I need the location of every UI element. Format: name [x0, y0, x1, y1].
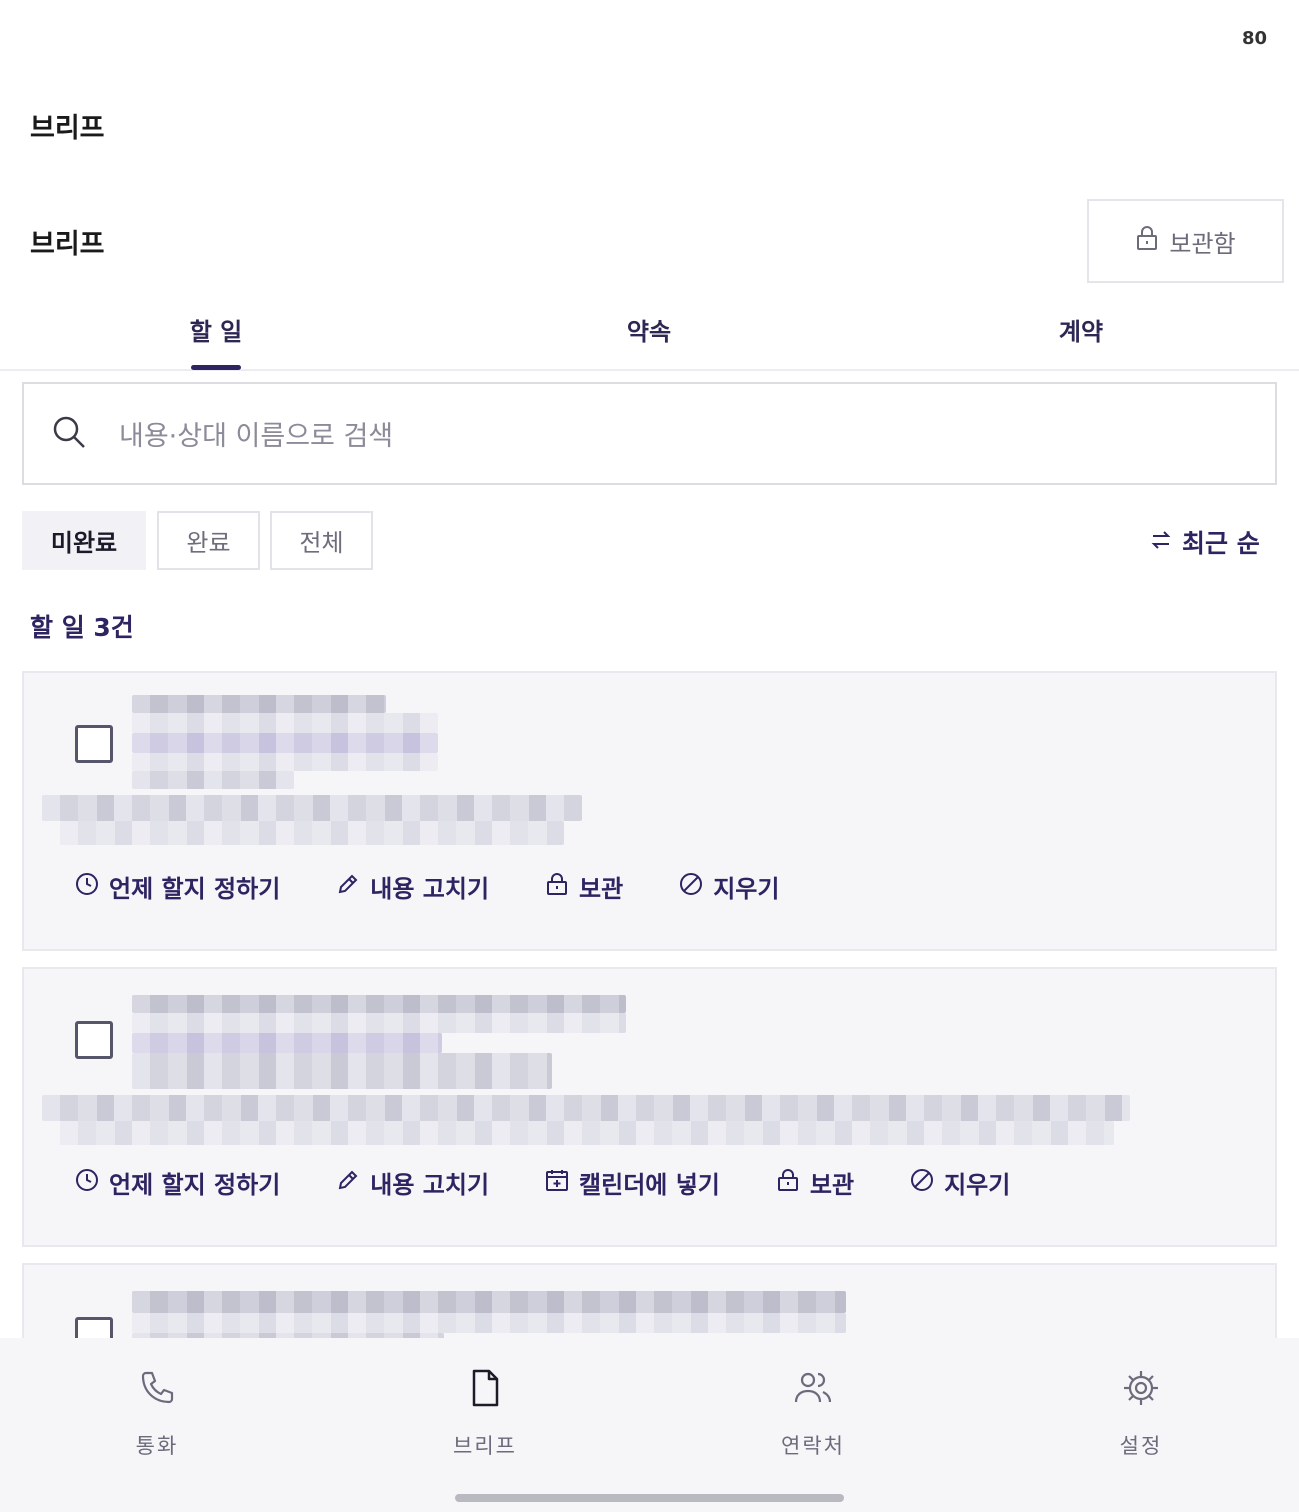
- section-title: 브리프: [30, 229, 105, 260]
- lock-icon: [545, 872, 569, 902]
- action-label: 내용 고치기: [370, 1171, 490, 1199]
- filter-all[interactable]: 전체: [270, 511, 373, 570]
- tab-appointments[interactable]: 약속: [627, 312, 671, 347]
- home-indicator: [455, 1494, 844, 1502]
- redacted-text: [132, 695, 386, 713]
- archive-box-button[interactable]: 보관함: [1087, 199, 1284, 283]
- nav-label: 연락처: [781, 1434, 845, 1458]
- delete-button[interactable]: 지우기: [910, 1165, 1010, 1200]
- block-icon: [910, 1168, 934, 1198]
- nav-label: 통화: [135, 1434, 179, 1458]
- block-icon: [679, 872, 703, 902]
- todo-checkbox[interactable]: [75, 1021, 113, 1059]
- pencil-icon: [336, 1168, 360, 1198]
- todo-card: 언제 할지 정하기 내용 고치기 보관 지우기: [22, 671, 1277, 951]
- action-label: 언제 할지 정하기: [109, 875, 281, 903]
- clock-icon: [75, 1168, 99, 1198]
- delete-button[interactable]: 지우기: [679, 869, 779, 904]
- action-label: 보관: [579, 875, 624, 903]
- action-label: 지우기: [713, 875, 780, 903]
- action-label: 내용 고치기: [370, 875, 490, 903]
- redacted-text: [60, 1121, 1114, 1145]
- swap-arrows-icon: [1150, 528, 1172, 557]
- search-input[interactable]: 내용·상대 이름으로 검색: [22, 382, 1277, 485]
- redacted-text: [132, 753, 438, 771]
- redacted-text: [132, 1291, 846, 1313]
- bottom-nav: 통화 브리프 연락처 설정: [0, 1338, 1299, 1512]
- redacted-text: [132, 995, 626, 1013]
- redacted-text: [42, 795, 582, 821]
- redacted-text: [132, 1033, 442, 1053]
- nav-label: 브리프: [453, 1434, 517, 1458]
- pencil-icon: [336, 872, 360, 902]
- edit-button[interactable]: 내용 고치기: [336, 1165, 489, 1200]
- active-tab-indicator: [191, 365, 241, 370]
- tab-todo[interactable]: 할 일: [190, 312, 243, 347]
- sort-button[interactable]: 최근 순: [1150, 524, 1260, 560]
- card-actions: 언제 할지 정하기 내용 고치기 캘린더에 넣기 보관 지우기: [75, 1165, 1066, 1200]
- document-icon: [465, 1368, 505, 1412]
- filter-complete[interactable]: 완료: [157, 511, 260, 570]
- archive-box-label: 보관함: [1169, 229, 1236, 258]
- add-to-calendar-button[interactable]: 캘린더에 넣기: [545, 1165, 720, 1200]
- schedule-button[interactable]: 언제 할지 정하기: [75, 1165, 280, 1200]
- action-label: 지우기: [944, 1171, 1011, 1199]
- redacted-text: [132, 1313, 846, 1333]
- redacted-text: [132, 1013, 626, 1033]
- tab-contracts[interactable]: 계약: [1059, 312, 1103, 347]
- nav-item-calls[interactable]: 통화: [87, 1368, 227, 1460]
- redacted-text: [132, 771, 294, 789]
- archive-button[interactable]: 보관: [776, 1165, 854, 1200]
- todo-count: 할 일 3건: [30, 613, 134, 642]
- archive-button[interactable]: 보관: [545, 869, 623, 904]
- todo-checkbox[interactable]: [75, 725, 113, 763]
- action-label: 언제 할지 정하기: [109, 1171, 281, 1199]
- calendar-add-icon: [545, 1168, 569, 1198]
- card-actions: 언제 할지 정하기 내용 고치기 보관 지우기: [75, 869, 835, 904]
- lock-icon: [776, 1168, 800, 1198]
- phone-icon: [137, 1368, 177, 1412]
- clock-icon: [75, 872, 99, 902]
- action-label: 캘린더에 넣기: [579, 1171, 720, 1199]
- todo-card: 언제 할지 정하기 내용 고치기 캘린더에 넣기 보관 지우기: [22, 967, 1277, 1247]
- action-label: 보관: [809, 1171, 855, 1199]
- redacted-text: [60, 821, 564, 845]
- search-placeholder: 내용·상대 이름으로 검색: [119, 421, 394, 452]
- schedule-button[interactable]: 언제 할지 정하기: [75, 869, 280, 904]
- nav-label: 설정: [1119, 1434, 1163, 1458]
- gear-icon: [1121, 1368, 1161, 1412]
- redacted-text: [132, 713, 438, 733]
- status-number: 80: [1241, 28, 1267, 49]
- page-title: 브리프: [30, 113, 105, 144]
- tab-bar: 할 일 약속 계약: [0, 296, 1299, 371]
- redacted-text: [132, 1053, 552, 1089]
- lock-icon: [1135, 225, 1159, 257]
- redacted-text: [42, 1095, 1130, 1121]
- nav-item-brief[interactable]: 브리프: [415, 1368, 555, 1460]
- sort-label: 최근 순: [1182, 529, 1260, 558]
- filter-incomplete[interactable]: 미완료: [22, 511, 146, 570]
- redacted-text: [132, 733, 438, 753]
- nav-item-contacts[interactable]: 연락처: [743, 1368, 883, 1460]
- search-icon: [51, 414, 87, 454]
- edit-button[interactable]: 내용 고치기: [336, 869, 489, 904]
- nav-item-settings[interactable]: 설정: [1071, 1368, 1211, 1460]
- people-icon: [793, 1368, 833, 1412]
